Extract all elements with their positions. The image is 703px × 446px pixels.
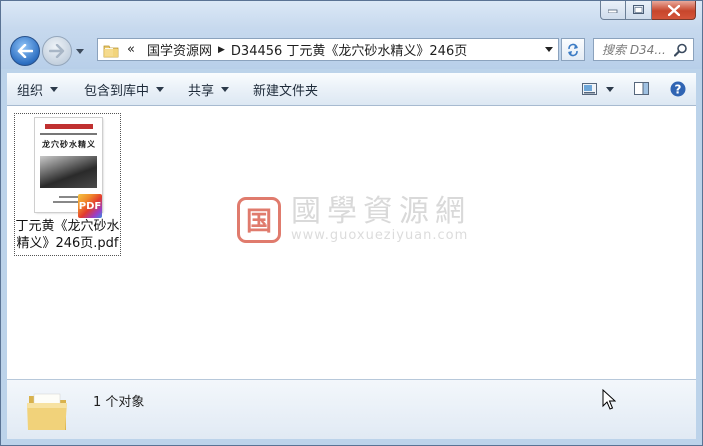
- folder-large-icon: [25, 386, 71, 438]
- breadcrumb-guoxue[interactable]: 国学资源网: [141, 40, 218, 59]
- pdf-thumbnail: 龙穴砂水精义 PDF: [35, 118, 102, 218]
- thumb-image: [40, 156, 97, 188]
- new-folder-button[interactable]: 新建文件夹: [243, 73, 328, 105]
- caption-buttons: [600, 1, 696, 20]
- item-count: 1 个对象: [93, 395, 145, 410]
- share-label: 共享: [188, 83, 215, 99]
- file-name-line-1: 丁元黄《龙穴砂水: [15, 219, 120, 234]
- watermark-url: www.guoxueziyuan.com: [291, 228, 469, 243]
- watermark-seal-logo: 国: [237, 196, 281, 243]
- toolbar-right-group: ?: [576, 73, 692, 105]
- search-icon[interactable]: [674, 43, 688, 57]
- details-pane: 1 个对象: [7, 379, 696, 439]
- watermark-text: 國學資源網 www.guoxueziyuan.com: [291, 194, 471, 244]
- include-in-library-label: 包含到库中: [84, 83, 150, 99]
- address-overflow[interactable]: «: [119, 42, 141, 57]
- mouse-cursor-icon: [602, 388, 617, 415]
- organize-menu[interactable]: 组织: [7, 73, 68, 105]
- preview-pane-button[interactable]: [628, 73, 656, 105]
- chevron-down-icon: [221, 86, 230, 92]
- file-list-area[interactable]: 龙穴砂水精义 PDF 丁元黄《龙穴砂水 精义》246页.pdf 国 國學資源網 …: [7, 106, 696, 379]
- view-options-icon: [582, 82, 597, 95]
- minimize-icon: [608, 9, 618, 13]
- chevron-down-icon: [156, 86, 165, 92]
- file-item[interactable]: 龙穴砂水精义 PDF 丁元黄《龙穴砂水 精义》246页.pdf: [14, 113, 121, 256]
- thumb-red-bar: [45, 124, 93, 129]
- include-in-library-menu[interactable]: 包含到库中: [74, 73, 174, 105]
- maximize-icon: [632, 5, 644, 14]
- new-folder-label: 新建文件夹: [253, 83, 319, 99]
- help-icon: ?: [670, 81, 686, 97]
- maximize-button[interactable]: [626, 1, 652, 20]
- watermark-title: 國學資源網: [291, 194, 471, 229]
- refresh-icon: [568, 43, 578, 56]
- address-bar[interactable]: « 国学资源网 ▶ D34456 丁元黄《龙穴砂水精义》246页: [97, 38, 559, 61]
- thumb-title: 龙穴砂水精义: [42, 139, 96, 149]
- breadcrumb-separator-icon[interactable]: ▶: [218, 45, 225, 55]
- watermark: 国 國學資源網 www.guoxueziyuan.com: [237, 196, 471, 243]
- forward-arrow-icon: [49, 44, 65, 58]
- search-input[interactable]: [602, 42, 674, 57]
- command-bar: 组织 包含到库中 共享 新建文件夹 ?: [7, 73, 696, 106]
- minimize-button[interactable]: [600, 1, 626, 20]
- file-name-line-2: 精义》246页.pdf: [16, 236, 119, 251]
- navigation-buttons: [10, 36, 84, 66]
- back-button[interactable]: [10, 36, 40, 66]
- folder-icon: [103, 45, 119, 57]
- address-dropdown[interactable]: [540, 39, 558, 60]
- explorer-window: « 国学资源网 ▶ D34456 丁元黄《龙穴砂水精义》246页 组织 包含到库…: [0, 0, 703, 446]
- share-menu[interactable]: 共享: [178, 73, 239, 105]
- preview-pane-icon: [634, 82, 649, 95]
- svg-text:?: ?: [675, 83, 682, 97]
- search-box[interactable]: [593, 38, 694, 61]
- chevron-down-icon: [50, 86, 59, 92]
- recent-pages-dropdown[interactable]: [76, 48, 84, 54]
- breadcrumb-current-folder[interactable]: D34456 丁元黄《龙穴砂水精义》246页: [225, 40, 473, 59]
- organize-label: 组织: [17, 83, 44, 99]
- close-button[interactable]: [652, 1, 696, 20]
- chevron-down-icon: [545, 47, 553, 52]
- thumb-rule: [40, 133, 97, 135]
- change-view-button[interactable]: [576, 73, 620, 105]
- forward-button[interactable]: [42, 36, 72, 66]
- help-button[interactable]: ?: [664, 73, 692, 105]
- close-icon: [667, 4, 680, 16]
- pdf-badge-icon: PDF: [78, 194, 102, 218]
- refresh-button[interactable]: [561, 38, 585, 61]
- chevron-down-icon: [606, 86, 614, 92]
- back-arrow-icon: [17, 44, 33, 58]
- file-name[interactable]: 丁元黄《龙穴砂水 精义》246页.pdf: [15, 218, 120, 252]
